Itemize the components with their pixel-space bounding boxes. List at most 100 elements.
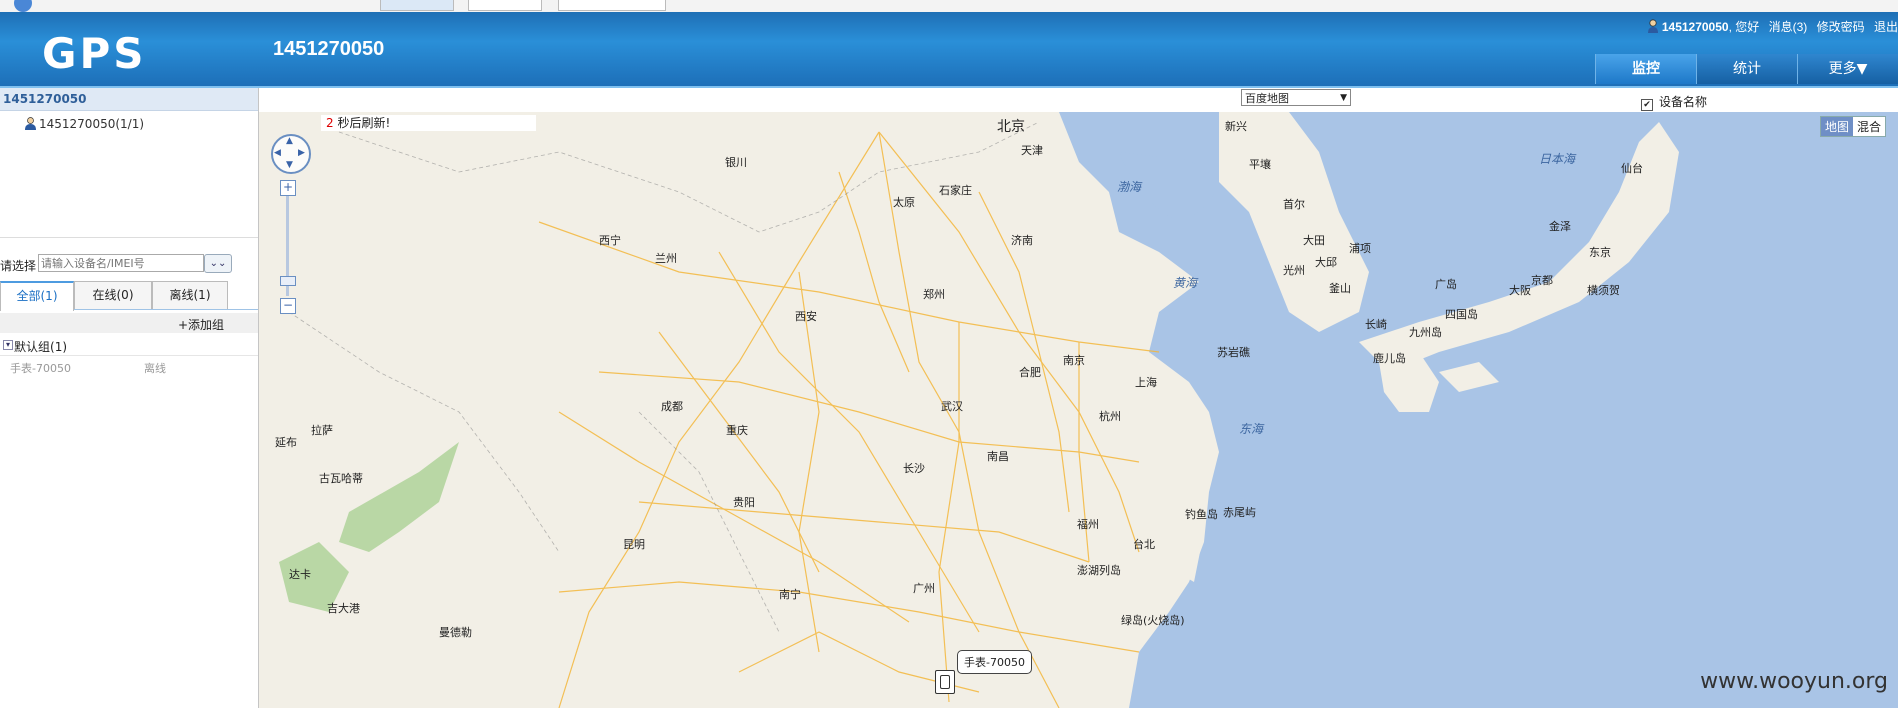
map-label: 拉萨 [311,424,333,437]
chevron-down-icon[interactable]: ⌄⌄ [204,254,232,273]
map-label: 南宁 [779,588,801,601]
map-type-select[interactable]: 百度地图 ▼ [1241,89,1351,106]
change-password-link[interactable]: 修改密码 [1817,20,1865,34]
collapse-toggle-icon[interactable]: ▾ [3,340,13,350]
group-row[interactable]: ▾ 默认组(1) [0,335,258,356]
tab-more[interactable]: 更多▼ [1797,54,1898,84]
device-search-row: 请选择 ⌄⌄ [0,253,258,275]
map-label: 横须贺 [1587,284,1620,297]
map-label: 钓鱼岛 [1185,508,1218,521]
user-icon [25,117,36,130]
status-tabs: 全部(1) 在线(0) 离线(1) [0,281,258,311]
map-label: 上海 [1135,376,1157,389]
toolbar-button[interactable] [558,0,666,11]
app-header: GPS 1451270050 1451270050, 您好 消息(3) 修改密码… [0,12,1898,86]
map-type-hybrid[interactable]: 混合 [1852,117,1885,136]
map-label: 曼德勒 [439,626,472,639]
toolbar-button[interactable] [468,0,542,11]
map-label: 九州岛 [1409,326,1442,339]
map-label: 台北 [1133,538,1155,551]
device-marker-icon[interactable] [935,670,955,694]
device-status: 离线 [144,362,166,375]
pan-down-icon[interactable]: ▼ [286,160,293,170]
map-label: 贵阳 [733,496,755,509]
map-label: 京都 [1531,274,1553,287]
refresh-notice: 2 秒后刷新! [321,115,536,131]
refresh-count: 2 [326,116,334,130]
tab-all[interactable]: 全部(1) [0,281,74,311]
device-row[interactable]: 手表-70050 离线 [0,358,258,376]
map-label: 古瓦哈蒂 [319,472,363,485]
map-label: 武汉 [941,400,963,413]
map-label: 广岛 [1435,278,1457,291]
map-label: 光州 [1283,264,1305,277]
pan-right-icon[interactable]: ▶ [298,148,305,158]
map-type-value: 百度地图 [1245,92,1289,105]
group-name: 默认组 [14,340,51,354]
map-label: 南京 [1063,354,1085,367]
map-label: 达卡 [289,568,311,581]
map-label: 太原 [893,196,915,209]
map-type-switch: 地图 混合 [1819,116,1886,137]
group-label: 默认组(1) [14,338,67,355]
map-type-map[interactable]: 地图 [1820,117,1853,136]
device-name-toggle[interactable]: ✔ 设备名称 [1641,93,1707,111]
account-tree: 1451270050(1/1) [0,111,258,238]
zoom-in-icon[interactable]: + [280,180,296,196]
map-label: 平壤 [1249,158,1271,171]
tab-online[interactable]: 在线(0) [74,281,152,309]
map-label: 东京 [1589,246,1611,259]
tree-node-account[interactable]: 1451270050(1/1) [24,117,258,131]
greeting: , 您好 [1728,20,1760,34]
map-label: 大田 [1303,234,1325,247]
zoom-out-icon[interactable]: − [280,298,296,314]
map-label: 绿岛(火烧岛) [1121,614,1185,627]
map-label: 釜山 [1329,282,1351,295]
map-label: 西宁 [599,234,621,247]
map-label: 仙台 [1621,162,1643,175]
map-label: 鹿儿岛 [1373,352,1406,365]
map-label: 昆明 [623,538,645,551]
map-label: 赤尾屿 [1223,506,1256,519]
header-account: 1451270050 [273,38,385,60]
gps-logo: GPS [42,29,147,78]
map-label: 延布 [275,436,297,449]
map-label: 兰州 [655,252,677,265]
map-label: 重庆 [726,424,748,437]
toolbar-button[interactable] [380,0,454,11]
map-label: 黄海 [1173,276,1198,290]
group-count: (1) [50,340,68,354]
map-label: 苏岩礁 [1217,346,1250,359]
map-label: 浦项 [1349,242,1371,255]
sidebar-title: 1451270050 [0,88,258,111]
map-label: 澎湖列岛 [1077,564,1121,577]
user-name: 1451270050 [1661,20,1729,34]
add-group-button[interactable]: +添加组 [178,316,224,333]
map-label: 成都 [661,400,683,413]
messages-link[interactable]: 消息(3) [1769,20,1808,34]
tab-monitor[interactable]: 监控 [1595,54,1696,84]
map-label: 金泽 [1549,220,1571,233]
map-label: 大阪 [1509,284,1531,297]
tab-offline[interactable]: 离线(1) [152,281,228,309]
device-label-bubble[interactable]: 手表-70050 [957,650,1032,674]
map-label: 日本海 [1539,152,1576,166]
pan-up-icon[interactable]: ▲ [286,136,293,146]
map-label: 东海 [1239,422,1264,436]
map-label: 大邱 [1315,256,1337,269]
checkbox-icon[interactable]: ✔ [1641,99,1653,111]
tab-statistics[interactable]: 统计 [1696,54,1797,84]
watermark: www.wooyun.org [1700,669,1888,694]
logout-link[interactable]: 退出 [1874,20,1898,34]
device-search-input[interactable] [38,254,204,272]
zoom-slider-handle[interactable] [280,276,296,286]
map-zoom-control: + − [280,180,296,316]
map-label: 石家庄 [939,184,972,197]
map-canvas[interactable]: 2 秒后刷新! ▲ ▼ ◀ ▶ + − 地图 混合 北京 天津 银川 太原 石家… [259,112,1898,708]
map-pan-control[interactable]: ▲ ▼ ◀ ▶ [271,134,311,174]
map-label: 合肥 [1019,366,1041,379]
map-label: 南昌 [987,450,1009,463]
device-name-toggle-label: 设备名称 [1659,95,1708,109]
map-toolbar: 百度地图 ▼ ✔ 设备名称 [259,88,1898,113]
pan-left-icon[interactable]: ◀ [274,148,281,158]
